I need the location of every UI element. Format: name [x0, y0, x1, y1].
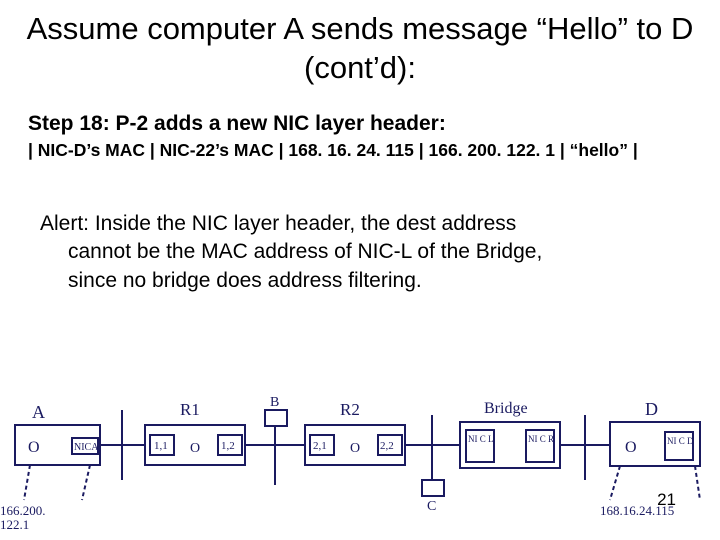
header-fields: | NIC-D’s MAC | NIC-22’s MAC | 168. 16. … — [28, 140, 638, 161]
svg-text:C: C — [427, 499, 436, 514]
svg-text:A: A — [32, 402, 45, 422]
svg-text:Bridge: Bridge — [484, 400, 528, 417]
svg-text:O: O — [350, 441, 360, 456]
network-diagram: O NICA A 166.200.122.1 1,1 O 1,2 R1 B 2,… — [0, 360, 720, 540]
svg-text:O: O — [28, 439, 40, 456]
svg-text:B: B — [270, 395, 279, 410]
svg-text:2,2: 2,2 — [380, 440, 394, 452]
svg-text:166.200.122.1: 166.200.122.1 — [0, 503, 46, 532]
slide-title: Assume computer A sends message “Hello” … — [0, 10, 720, 88]
svg-text:R1: R1 — [180, 400, 200, 419]
svg-text:NICA: NICA — [74, 442, 99, 453]
alert-line-1: Alert: Inside the NIC layer header, the … — [40, 212, 516, 235]
svg-text:NI C R: NI C R — [528, 434, 554, 444]
alert-paragraph: Alert: Inside the NIC layer header, the … — [40, 210, 660, 295]
svg-text:NI C L: NI C L — [468, 434, 494, 444]
svg-text:O: O — [190, 441, 200, 456]
svg-text:D: D — [645, 399, 658, 419]
alert-line-3: since no bridge does address filtering. — [68, 267, 660, 295]
svg-text:2,1: 2,1 — [313, 440, 327, 452]
svg-text:O: O — [625, 439, 637, 456]
svg-text:1,1: 1,1 — [154, 440, 168, 452]
svg-text:168.16.24.115: 168.16.24.115 — [600, 503, 674, 518]
svg-text:NI C D: NI C D — [667, 436, 694, 446]
step-heading: Step 18: P-2 adds a new NIC layer header… — [28, 112, 446, 136]
svg-text:R2: R2 — [340, 400, 360, 419]
svg-text:1,2: 1,2 — [221, 440, 235, 452]
alert-line-2: cannot be the MAC address of NIC-L of th… — [68, 238, 660, 266]
